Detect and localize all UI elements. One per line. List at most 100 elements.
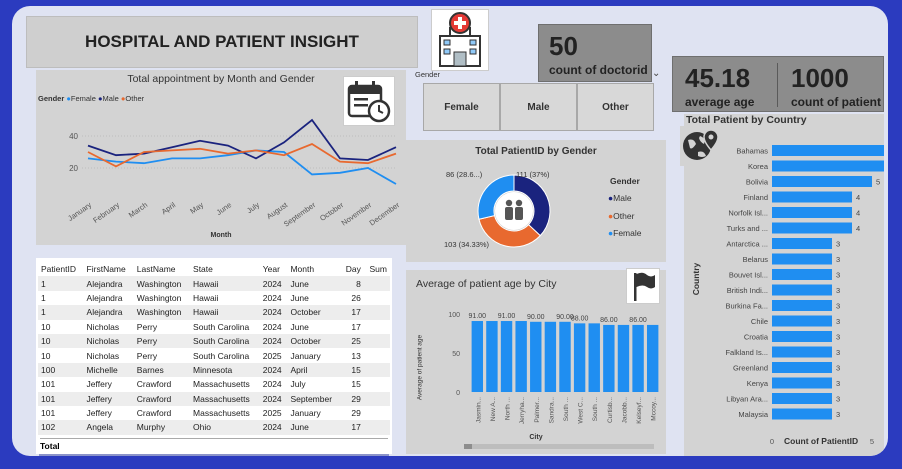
table-cell xyxy=(363,276,390,291)
table-row[interactable]: 101 Jeffery Crawford Massachusetts 2024 July 1… xyxy=(38,377,390,392)
table-cell: 13 xyxy=(340,348,364,363)
city-tick-label: New A... xyxy=(490,397,497,421)
city-tick-label: Jacobb... xyxy=(621,397,628,424)
table-cell: Barnes xyxy=(133,362,191,378)
table-cell: Minnesota xyxy=(190,362,260,378)
city-bar xyxy=(530,321,542,392)
slicer-female-button[interactable]: Female xyxy=(423,83,500,131)
kpi-age-patients: 45.18 average age 1000 count of patient xyxy=(672,56,884,112)
age-city-scrollbar[interactable] xyxy=(464,444,654,449)
table-row[interactable]: 10 Nicholas Perry South Carolina 2024 June 17 xyxy=(38,319,390,334)
table-header-cell[interactable]: Sum xyxy=(364,262,390,276)
table-row[interactable]: 10 Nicholas Perry South Carolina 2024 October… xyxy=(38,333,390,349)
table-header-cell[interactable]: Month xyxy=(287,262,340,276)
city-bar xyxy=(486,321,498,392)
table-cell: 29 xyxy=(340,391,364,406)
table-row[interactable]: 1 Alejandra Washington Hawaii 2024 June 8 xyxy=(38,276,390,291)
city-bar xyxy=(573,323,586,392)
city-tick-label: Palmer... xyxy=(534,397,541,423)
table-cell: Jeffery xyxy=(83,377,134,392)
city-bar-label: 88.00 xyxy=(571,315,589,322)
appointments-xlabel: Month xyxy=(210,232,232,239)
country-bar-label: 4 xyxy=(856,193,860,202)
country-bar xyxy=(772,191,852,203)
table-row[interactable]: 1 Alejandra Washington Hawaii 2024 October 17 xyxy=(38,305,390,320)
table-cell xyxy=(363,362,390,378)
table-cell: Angela xyxy=(83,420,134,435)
city-bar xyxy=(471,321,484,392)
table-cell: Nicholas xyxy=(83,348,134,363)
country-tick-label: Falkland Is... xyxy=(725,348,768,357)
table-cell: South Carolina xyxy=(190,348,260,363)
table-row[interactable]: 102 Angela Murphy Ohio 2024 June 17 xyxy=(38,420,390,435)
kpi-age-label: average age xyxy=(685,95,755,109)
kpi-patient-value: 1000 xyxy=(791,63,849,93)
donut-legend-female: ●Female xyxy=(608,228,642,238)
table-row[interactable]: 101 Jeffery Crawford Massachusetts 2025 Janua… xyxy=(38,405,390,421)
table-hscrollbar-thumb[interactable] xyxy=(39,454,389,456)
slicer-other-button[interactable]: Other xyxy=(577,83,654,131)
series-line-female xyxy=(87,149,397,185)
table-cell: October xyxy=(287,333,341,349)
table-cell: Perry xyxy=(133,348,191,363)
table-cell: 2024 xyxy=(259,333,288,349)
kpi-age-value: 45.18 xyxy=(685,63,751,93)
slicer-male-button[interactable]: Male xyxy=(500,83,577,131)
table-row[interactable]: 10 Nicholas Perry South Carolina 2025 January… xyxy=(38,348,390,363)
table-row[interactable]: 101 Jeffery Crawford Massachusetts 2024 Septe… xyxy=(38,391,390,406)
table-header-cell[interactable]: FirstName xyxy=(84,262,134,276)
table-cell xyxy=(363,391,390,406)
x-tick-label: 5 xyxy=(870,437,874,446)
table-row[interactable]: 1 Alejandra Washington Hawaii 2024 June 26 xyxy=(38,290,390,306)
table-cell: 101 xyxy=(38,377,84,392)
kpi-patient-label: count of patient xyxy=(791,95,881,109)
table-total-label: Total xyxy=(40,441,60,451)
country-tick-label: Chile xyxy=(751,317,768,326)
chevron-down-icon[interactable]: ⌄ xyxy=(652,68,660,79)
country-bar-label: 3 xyxy=(836,271,840,280)
age-city-ylabel: Average of patient age xyxy=(416,334,424,401)
y-tick-label: 100 xyxy=(448,312,460,319)
dashboard-canvas: HOSPITAL AND PATIENT INSIGHT 50 count of… xyxy=(12,6,888,456)
table-hscrollbar-track[interactable] xyxy=(39,454,389,456)
country-bar-label: 4 xyxy=(856,209,860,218)
table-cell: July xyxy=(287,377,341,392)
country-bar-label: 3 xyxy=(836,348,840,357)
table-cell: Crawford xyxy=(133,391,191,406)
city-bar-label: 91.00 xyxy=(498,313,516,320)
table-header-cell[interactable]: Year xyxy=(260,262,288,276)
table-cell: 1 xyxy=(38,290,84,306)
table-cell: 10 xyxy=(38,348,84,363)
table-header-cell[interactable]: State xyxy=(190,262,260,276)
country-tick-label: Bouvet Isl... xyxy=(729,271,768,280)
table-header-cell[interactable]: PatientID xyxy=(38,262,84,276)
country-tick-label: Bahamas xyxy=(736,147,768,156)
country-tick-label: Antarctica ... xyxy=(726,240,768,249)
slicer-title: Gender xyxy=(415,70,441,79)
age-city-scrollbar-thumb[interactable] xyxy=(464,444,472,449)
hospital-icon xyxy=(431,9,489,71)
table-cell: 2024 xyxy=(259,391,288,406)
city-tick-label: South ... xyxy=(563,397,570,421)
table-cell: Jeffery xyxy=(83,405,134,421)
donut-legend-other: ●Other xyxy=(608,210,635,221)
x-tick-label: January xyxy=(66,200,93,223)
table-cell: 17 xyxy=(340,305,364,320)
country-bar xyxy=(772,160,884,172)
page-title: HOSPITAL AND PATIENT INSIGHT xyxy=(26,16,418,68)
table-cell xyxy=(363,333,390,349)
table-cell xyxy=(363,420,390,435)
table-total-divider xyxy=(40,438,388,439)
city-bar-label: 86.00 xyxy=(629,317,647,324)
city-tick-label: Kelseyf... xyxy=(636,397,643,424)
city-bar xyxy=(632,324,644,392)
country-xlabel: Count of PatientID xyxy=(784,436,859,446)
table-row[interactable]: 100 Michelle Barnes Minnesota 2024 April 15 xyxy=(38,362,390,378)
table-header-cell[interactable]: LastName xyxy=(134,262,190,276)
city-tick-label: Sandra... xyxy=(548,397,555,424)
table-cell: Washington xyxy=(133,290,191,306)
city-bar-label: 86.00 xyxy=(600,317,618,324)
table-header-cell[interactable]: Day xyxy=(340,262,363,276)
country-bar xyxy=(772,393,832,404)
table-cell: September xyxy=(287,391,341,406)
